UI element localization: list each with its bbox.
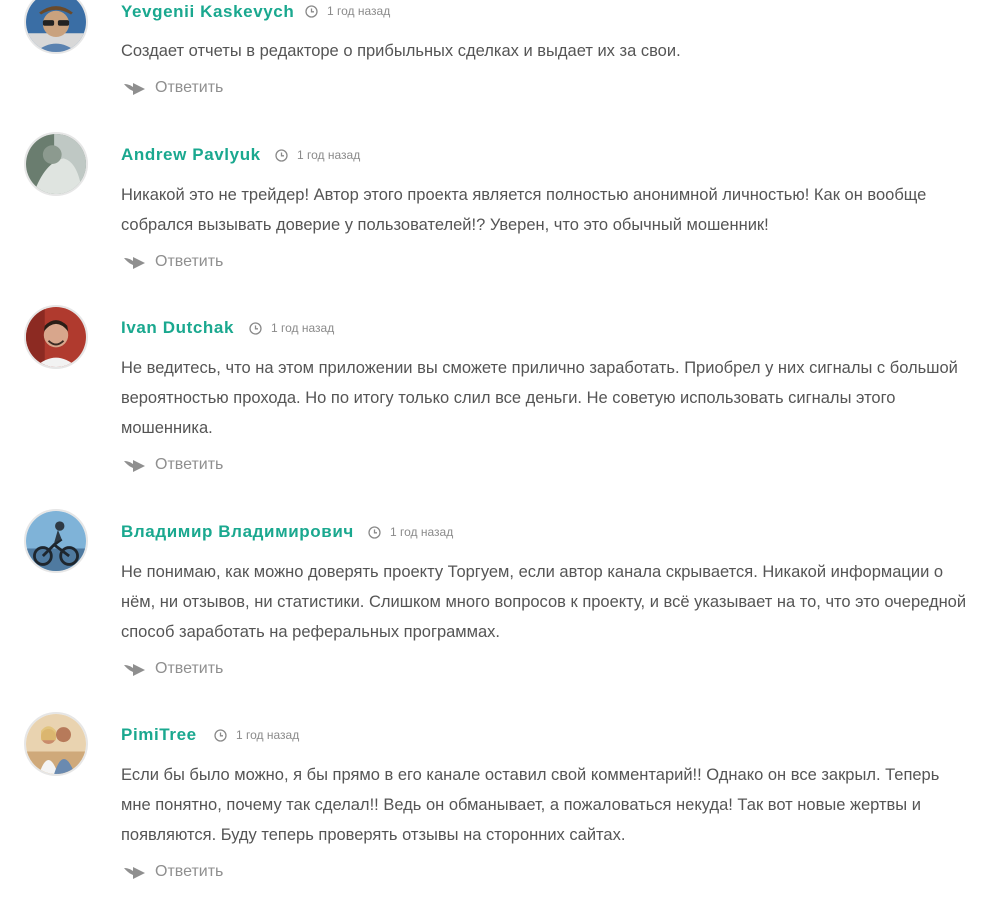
- comment-author[interactable]: Ivan Dutchak: [121, 318, 234, 338]
- reply-label: Ответить: [155, 79, 224, 96]
- comment-author[interactable]: Yevgenii Kaskevych: [121, 2, 294, 22]
- clock-icon: [214, 728, 227, 742]
- reply-arrow-icon: [123, 864, 147, 880]
- clock-icon: [368, 525, 381, 539]
- clock-icon: [305, 4, 318, 18]
- reply-label: Ответить: [155, 253, 224, 270]
- comment-time-label: 1 год назад: [390, 525, 454, 539]
- comment-author[interactable]: Andrew Pavlyuk: [121, 145, 261, 165]
- comment-text: Создает отчеты в редакторе о прибыльных …: [121, 42, 681, 60]
- reply-button[interactable]: Ответить: [123, 863, 223, 881]
- comment-time[interactable]: 1 год назад: [305, 4, 390, 18]
- reply-label: Ответить: [155, 456, 224, 473]
- reply-label: Ответить: [155, 863, 224, 880]
- clock-icon: [249, 321, 262, 335]
- comment-time[interactable]: 1 год назад: [214, 728, 299, 742]
- reply-arrow-icon: [123, 254, 147, 270]
- comment-time-label: 1 год назад: [327, 4, 391, 18]
- comment-text: Никакой это не трейдер! Автор этого прое…: [121, 186, 927, 234]
- reply-arrow-icon: [123, 80, 147, 96]
- clock-icon: [275, 148, 288, 162]
- comment-time[interactable]: 1 год назад: [249, 321, 334, 335]
- comment-time-label: 1 год назад: [271, 321, 335, 335]
- reply-arrow-icon: [123, 457, 147, 473]
- reply-button[interactable]: Ответить: [123, 79, 223, 97]
- comment-author[interactable]: PimiTree: [121, 725, 197, 745]
- avatar: [24, 509, 88, 573]
- comment-time-label: 1 год назад: [236, 728, 300, 742]
- comment-time[interactable]: 1 год назад: [368, 525, 453, 539]
- reply-label: Ответить: [155, 660, 224, 677]
- avatar: [24, 0, 88, 54]
- avatar: [24, 132, 88, 196]
- comment-author[interactable]: Владимир Владимирович: [121, 522, 354, 542]
- reply-button[interactable]: Ответить: [123, 253, 223, 271]
- comment-text: Не понимаю, как можно доверять проекту Т…: [121, 563, 967, 641]
- comment-time-label: 1 год назад: [297, 148, 361, 162]
- reply-button[interactable]: Ответить: [123, 456, 223, 474]
- reply-arrow-icon: [123, 661, 147, 677]
- avatar: [24, 712, 88, 776]
- comment-text: Не ведитесь, что на этом приложении вы с…: [121, 359, 958, 437]
- comment-text: Если бы было можно, я бы прямо в его кан…: [121, 766, 940, 844]
- reply-button[interactable]: Ответить: [123, 660, 223, 678]
- comment-time[interactable]: 1 год назад: [275, 148, 360, 162]
- avatar: [24, 305, 88, 369]
